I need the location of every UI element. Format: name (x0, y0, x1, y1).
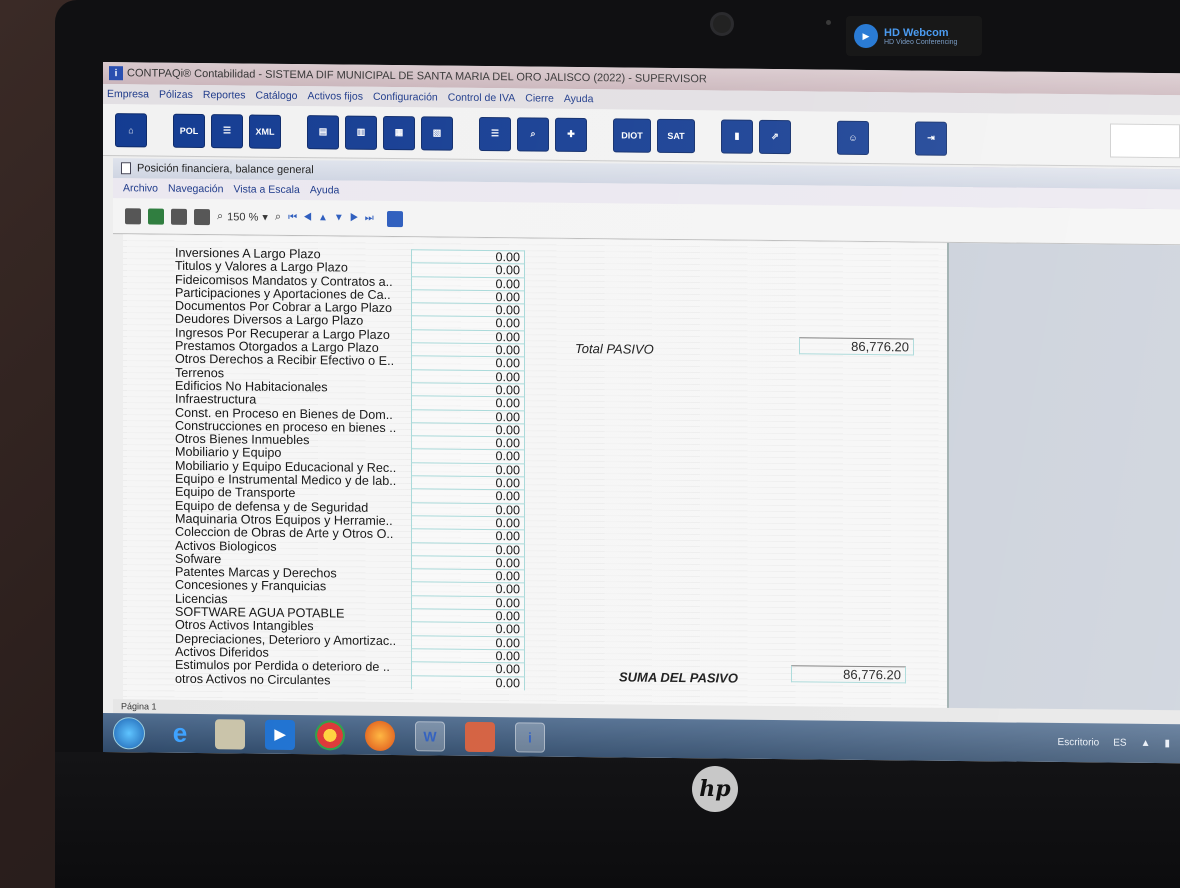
list-button[interactable]: ☰ (479, 116, 511, 151)
account-value: 0.00 (411, 674, 525, 690)
report-side-pane (949, 242, 1180, 744)
diot-button[interactable]: DIOT (613, 117, 651, 153)
menu-control-iva[interactable]: Control de IVA (448, 92, 516, 105)
main-toolbar: ⌂ POL ☰ XML ▤ ▥ ▦ ▧ ☰ ⌕ ✚ DIOT SAT ▮ ⇗ ☺… (103, 104, 1180, 168)
webcam-icon: ▶ (854, 24, 878, 48)
zoom-control[interactable]: ⌕ 150 % ▾ (217, 210, 268, 224)
excel-icon[interactable] (148, 207, 164, 225)
ie-icon[interactable]: e (165, 718, 195, 748)
media-player-icon[interactable]: ▶ (265, 719, 295, 750)
query-button[interactable]: ⌕ (517, 116, 549, 152)
show-hidden-icons[interactable]: ▲ (1141, 738, 1151, 749)
submenu-vista-escala[interactable]: Vista a Escala (233, 183, 299, 196)
report-button-2[interactable]: ▥ (345, 115, 377, 150)
report-button-1[interactable]: ▤ (307, 114, 339, 149)
system-tray: Escritorio ES ▲ ▮ (1058, 737, 1180, 749)
export-button[interactable]: ⇗ (759, 119, 791, 154)
menu-activos-fijos[interactable]: Activos fijos (308, 90, 363, 103)
home-button[interactable]: ⌂ (115, 112, 147, 147)
document-icon (121, 162, 131, 175)
menu-reportes[interactable]: Reportes (203, 89, 246, 101)
desktop-toolbar[interactable]: Escritorio (1058, 737, 1100, 748)
chart-button[interactable]: ▮ (721, 118, 753, 154)
total-pasivo-label: Total PASIVO (575, 340, 654, 357)
menu-ayuda[interactable]: Ayuda (564, 93, 594, 105)
folder-icon[interactable] (215, 718, 245, 749)
report-page: Inversiones A Largo Plazo 0.00 Titulos y V… (123, 234, 949, 741)
total-pasivo-value: 86,776.20 (799, 337, 914, 356)
submenu-ayuda[interactable]: Ayuda (310, 184, 340, 196)
exit-button[interactable]: ⇥ (915, 121, 947, 156)
submenu-archivo[interactable]: Archivo (123, 182, 158, 194)
suma-pasivo-label: SUMA DEL PASIVO (619, 669, 738, 686)
suma-pasivo-value: 86,776.20 (791, 665, 906, 684)
page-indicator: Página 1 (121, 701, 157, 712)
zoom-icon: ⌕ (217, 210, 224, 223)
language-indicator[interactable]: ES (1113, 738, 1126, 749)
camera-led (826, 20, 831, 25)
network-icon[interactable]: ▮ (1164, 738, 1170, 749)
print-icon[interactable] (194, 208, 210, 225)
menu-polizas[interactable]: Pólizas (159, 89, 193, 101)
report-button-3[interactable]: ▦ (383, 115, 415, 150)
pdf-icon[interactable] (125, 207, 141, 224)
close-report-icon[interactable] (386, 210, 403, 227)
webcam-subtitle: HD Video Conferencing (884, 38, 958, 46)
screen: i CONTPAQi® Contabilidad - SISTEMA DIF M… (103, 62, 1180, 764)
word-icon[interactable]: W (415, 720, 445, 752)
add-button[interactable]: ✚ (555, 117, 587, 152)
xml-poliza-button[interactable]: XML (249, 114, 281, 149)
menu-configuracion[interactable]: Configuración (373, 91, 438, 104)
page-navigation[interactable]: ⏮◀▲▼▶⏭ (288, 212, 380, 224)
start-button[interactable] (113, 716, 145, 749)
account-name: otros Activos no Circulantes (175, 672, 331, 687)
contpaqi-taskbar-icon[interactable]: i (515, 721, 545, 753)
camera-lens (710, 12, 734, 36)
app-icon: i (109, 66, 123, 81)
search-poliza-button[interactable]: POL (173, 113, 205, 148)
zoom-value: 150 % (227, 210, 259, 224)
account-list: Inversiones A Largo Plazo 0.00 Titulos y V… (175, 247, 535, 690)
firefox-icon[interactable] (365, 720, 395, 751)
user-button[interactable]: ☺ (837, 120, 869, 155)
menu-catalogo[interactable]: Catálogo (255, 90, 297, 102)
submenu-navegacion[interactable]: Navegación (168, 183, 223, 196)
find-icon[interactable]: ⌕ (275, 211, 281, 224)
menu-cierre[interactable]: Cierre (525, 92, 554, 104)
chrome-icon[interactable] (315, 719, 345, 751)
report-window-title: Posición financiera, balance general (137, 162, 314, 177)
webcam-label: ▶ HD Webcom HD Video Conferencing (846, 16, 982, 56)
laptop-bezel-bottom (55, 752, 1180, 888)
report-button-4[interactable]: ▧ (421, 115, 453, 151)
hp-logo: hp (692, 766, 738, 812)
powerpoint-icon[interactable] (465, 721, 495, 752)
menu-empresa[interactable]: Empresa (107, 88, 149, 100)
webcam-title: HD Webcom (884, 26, 949, 39)
document-button[interactable]: ☰ (211, 113, 243, 148)
sat-button[interactable]: SAT (657, 118, 695, 153)
chevron-down-icon[interactable]: ▾ (262, 211, 268, 224)
app-title: CONTPAQi® Contabilidad - SISTEMA DIF MUN… (127, 67, 707, 86)
export-icon[interactable] (171, 208, 187, 225)
toolbar-field (1110, 123, 1180, 158)
